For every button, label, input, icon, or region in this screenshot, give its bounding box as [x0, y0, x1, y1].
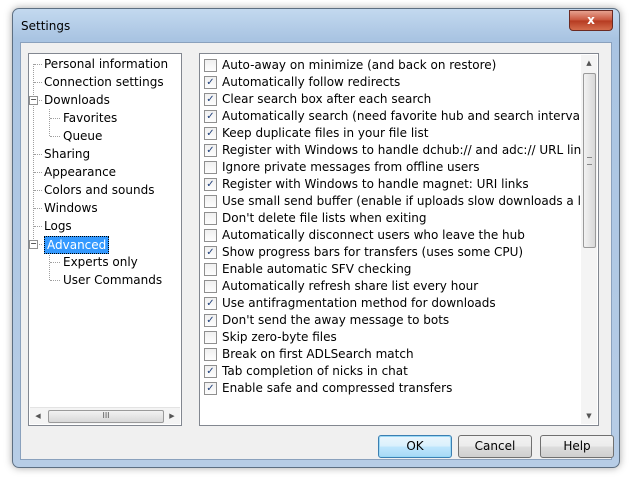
settings-window: Settings x Personal information Connectio… — [12, 8, 620, 468]
option-checkbox[interactable] — [204, 229, 217, 242]
option-label: Break on first ADLSearch match — [222, 347, 414, 361]
tree-item-colors-and-sounds[interactable]: Colors and sounds — [44, 182, 154, 198]
tree-connector — [49, 109, 50, 136]
close-button[interactable]: x — [569, 10, 613, 31]
tree-item-downloads[interactable]: Downloads — [44, 92, 110, 108]
option-checkbox[interactable] — [204, 59, 217, 72]
advanced-options-list[interactable]: Auto-away on minimize (and back on resto… — [199, 53, 599, 426]
option-label: Use small send buffer (enable if uploads… — [222, 194, 598, 208]
option-label: Automatically refresh share list every h… — [222, 279, 479, 293]
option-checkbox[interactable]: ✓ — [204, 297, 217, 310]
option-checkbox[interactable] — [204, 212, 217, 225]
option-checkbox[interactable]: ✓ — [204, 382, 217, 395]
ok-button[interactable]: OK — [378, 435, 452, 458]
scroll-up-icon[interactable]: ▲ — [581, 55, 597, 71]
dialog-client-area: Personal information Connection settings −… — [20, 42, 614, 460]
tree-item-windows[interactable]: Windows — [44, 200, 98, 216]
tree-item-personal-information[interactable]: Personal information — [44, 56, 168, 72]
option-checkbox[interactable] — [204, 280, 217, 293]
tree-connector — [50, 136, 60, 137]
tree-connector — [34, 226, 42, 227]
tree-item-appearance[interactable]: Appearance — [44, 164, 116, 180]
option-label: Auto-away on minimize (and back on resto… — [222, 58, 497, 72]
scroll-down-icon[interactable]: ▼ — [581, 408, 597, 424]
scroll-left-icon[interactable]: ◀ — [30, 408, 46, 424]
tree-connector — [34, 172, 42, 173]
tree-connector — [34, 82, 42, 83]
tree-connector — [49, 253, 50, 280]
tree-item-queue[interactable]: Queue — [63, 128, 102, 144]
window-title: Settings — [21, 19, 71, 33]
tree-item-favorites[interactable]: Favorites — [63, 110, 117, 126]
option-label: Automatically follow redirects — [222, 75, 401, 89]
tree-connector — [34, 154, 42, 155]
option-label: Register with Windows to handle dchub://… — [222, 143, 595, 157]
option-label: Tab completion of nicks in chat — [222, 364, 408, 378]
option-checkbox[interactable] — [204, 263, 217, 276]
scroll-right-icon[interactable]: ▶ — [164, 408, 180, 424]
option-checkbox[interactable]: ✓ — [204, 365, 217, 378]
option-checkbox[interactable]: ✓ — [204, 144, 217, 157]
cancel-button[interactable]: Cancel — [458, 435, 532, 458]
tree-horizontal-scrollbar[interactable]: ◀ III ▶ — [30, 407, 180, 424]
option-checkbox[interactable]: ✓ — [204, 314, 217, 327]
tree-connector — [34, 190, 42, 191]
tree-item-experts-only[interactable]: Experts only — [63, 254, 138, 270]
option-label: Show progress bars for transfers (uses s… — [222, 245, 524, 259]
tree-connector — [50, 262, 60, 263]
settings-tree[interactable]: Personal information Connection settings −… — [28, 53, 182, 426]
tree-item-sharing[interactable]: Sharing — [44, 146, 90, 162]
option-label: Use antifragmentation method for downloa… — [222, 296, 496, 310]
option-label: Register with Windows to handle magnet: … — [222, 177, 529, 191]
option-checkbox[interactable] — [204, 348, 217, 361]
scroll-thumb[interactable]: III — [48, 410, 164, 423]
options-vertical-scrollbar[interactable]: ▲ ▼ — [581, 55, 597, 424]
option-label: Ignore private messages from offline use… — [222, 160, 480, 174]
tree-item-advanced[interactable]: Advanced — [44, 236, 110, 254]
option-label: Enable safe and compressed transfers — [222, 381, 453, 395]
tree-connector — [50, 280, 60, 281]
option-label: Automatically search (need favorite hub … — [222, 109, 588, 123]
option-label: Keep duplicate files in your file list — [222, 126, 429, 140]
option-checkbox[interactable]: ✓ — [204, 93, 217, 106]
option-checkbox[interactable] — [204, 195, 217, 208]
tree-item-logs[interactable]: Logs — [44, 218, 72, 234]
tree-expander-icon[interactable]: − — [29, 240, 38, 249]
help-button[interactable]: Help — [540, 435, 614, 458]
scroll-thumb[interactable] — [583, 73, 596, 248]
option-checkbox[interactable]: ✓ — [204, 127, 217, 140]
option-checkbox[interactable] — [204, 161, 217, 174]
option-checkbox[interactable]: ✓ — [204, 178, 217, 191]
tree-item-connection-settings[interactable]: Connection settings — [44, 74, 164, 90]
option-label: Enable automatic SFV checking — [222, 262, 412, 276]
option-checkbox[interactable]: ✓ — [204, 76, 217, 89]
tree-connector — [34, 208, 42, 209]
option-label: Skip zero-byte files — [222, 330, 337, 344]
tree-expander-icon[interactable]: − — [29, 96, 38, 105]
option-label: Automatically disconnect users who leave… — [222, 228, 525, 242]
option-label: Don't send the away message to bots — [222, 313, 450, 327]
option-checkbox[interactable] — [204, 331, 217, 344]
tree-item-user-commands[interactable]: User Commands — [63, 272, 162, 288]
option-label: Don't delete file lists when exiting — [222, 211, 427, 225]
tree-connector — [50, 118, 60, 119]
option-checkbox[interactable]: ✓ — [204, 110, 217, 123]
option-label: Clear search box after each search — [222, 92, 432, 106]
tree-connector — [34, 64, 42, 65]
tree-connector — [33, 64, 34, 241]
option-checkbox[interactable]: ✓ — [204, 246, 217, 259]
